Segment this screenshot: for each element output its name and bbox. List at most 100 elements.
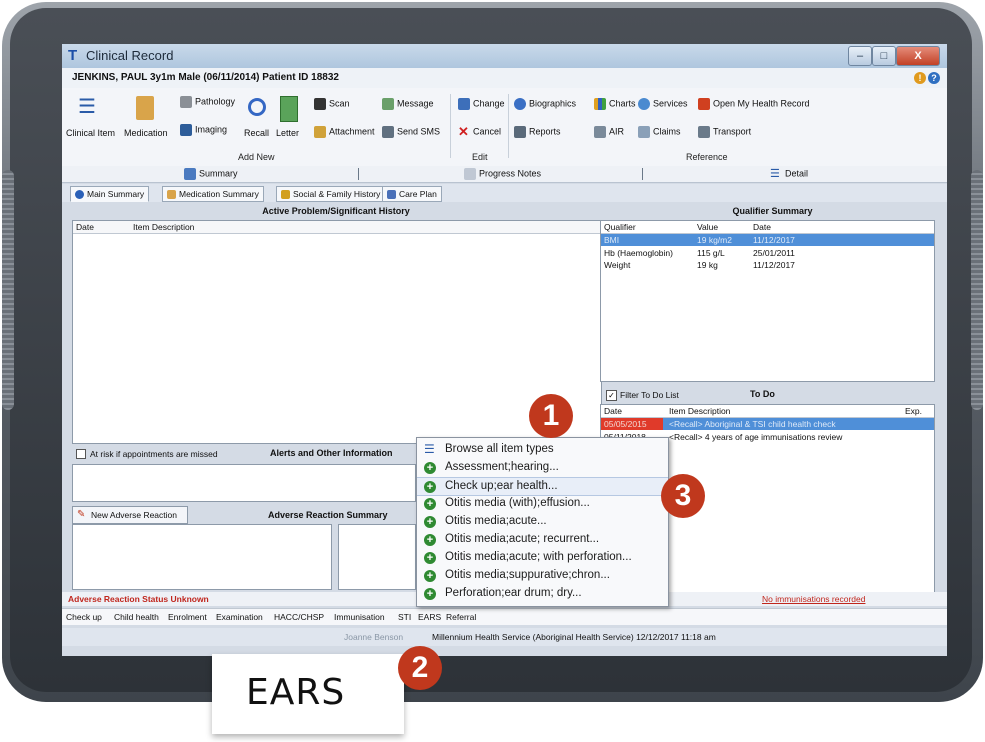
new-adverse-reaction-label: New Adverse Reaction [91, 510, 177, 520]
quicklink-check-up[interactable]: Check up [66, 612, 102, 622]
recall-icon [248, 98, 266, 116]
col-value[interactable]: Value [697, 222, 718, 232]
info-icon[interactable]: ! [914, 72, 926, 84]
table-row[interactable]: BMI 19 kg/m2 11/12/2017 [601, 234, 934, 246]
table-row[interactable]: Hb (Haemoglobin) 115 g/L 25/01/2011 [601, 247, 934, 259]
close-button[interactable]: X [896, 46, 940, 66]
summary-tabs: Main Summary Medication Summary Social &… [62, 184, 947, 202]
tab-social-family-history[interactable]: Social & Family History [276, 186, 386, 202]
at-risk-checkbox[interactable] [76, 449, 86, 459]
progress-notes-view-button[interactable]: Progress Notes [464, 168, 541, 180]
clinical-item-button[interactable]: Clinical Item [66, 128, 115, 138]
summary-view-button[interactable]: Summary [184, 168, 238, 180]
globe-icon [638, 98, 650, 110]
tablet-side-button-left [2, 170, 14, 410]
filter-todo-label: Filter To Do List [620, 390, 679, 400]
reports-button[interactable]: Reports [514, 126, 561, 138]
adverse-reaction-summary-title: Adverse Reaction Summary [268, 510, 388, 520]
scan-icon [314, 98, 326, 110]
biographics-button[interactable]: Biographics [514, 98, 576, 110]
quicklink-sti[interactable]: STI [398, 612, 411, 622]
immunisation-status-link[interactable]: No immunisations recorded [762, 594, 865, 604]
ears-context-menu: ☰ Browse all item types + Assessment;hear… [416, 437, 669, 607]
menu-item-check-up-ear-health[interactable]: + Check up;ear health... [417, 477, 668, 496]
col-date[interactable]: Date [604, 406, 622, 416]
alerts-box[interactable] [72, 464, 416, 502]
medication-button[interactable]: Medication [124, 128, 168, 138]
open-my-health-record-button[interactable]: Open My Health Record [698, 98, 810, 110]
medication-small-icon [167, 190, 176, 200]
reports-icon [514, 126, 526, 138]
quicklink-child-health[interactable]: Child health [114, 612, 159, 622]
col-item-description[interactable]: Item Description [133, 222, 194, 232]
toolbar-divider [450, 94, 451, 158]
plus-icon: + [424, 552, 436, 564]
letter-button[interactable]: Letter [276, 128, 299, 138]
plus-icon: + [424, 588, 436, 600]
view-bar: Summary Progress Notes ☰ Detail [62, 166, 947, 183]
message-button[interactable]: Message [382, 98, 434, 110]
quicklink-immunisation[interactable]: Immunisation [334, 612, 385, 622]
menu-item[interactable]: + Otitis media;acute; with perforation... [417, 549, 668, 567]
recall-button[interactable]: Recall [244, 128, 269, 138]
menu-item[interactable]: + Otitis media;suppurative;chron... [417, 567, 668, 585]
menu-item[interactable]: + Perforation;ear drum; dry... [417, 585, 668, 603]
table-row[interactable]: 05/05/2015 <Recall> Aboriginal & TSI chi… [601, 418, 934, 430]
summary-icon [184, 168, 196, 180]
transport-button[interactable]: Transport [698, 126, 751, 138]
send-sms-button[interactable]: Send SMS [382, 126, 440, 138]
letter-icon [280, 96, 298, 122]
cell: 11/12/2017 [753, 235, 795, 245]
pathology-button[interactable]: Pathology [180, 96, 235, 108]
quicklink-enrolment[interactable]: Enrolment [168, 612, 207, 622]
charts-button[interactable]: Charts [594, 98, 636, 110]
menu-item[interactable]: + Otitis media;acute; recurrent... [417, 531, 668, 549]
adverse-reaction-list [72, 524, 332, 590]
col-item-description[interactable]: Item Description [669, 406, 730, 416]
services-button[interactable]: Services [638, 98, 688, 110]
air-button[interactable]: AIR [594, 126, 624, 138]
table-row[interactable]: Weight 19 kg 11/12/2017 [601, 259, 934, 271]
menu-item[interactable]: + Otitis media (with);effusion... [417, 495, 668, 513]
cell: 19 kg/m2 [697, 235, 732, 245]
col-exp[interactable]: Exp. [905, 406, 922, 416]
col-date[interactable]: Date [753, 222, 771, 232]
scan-button[interactable]: Scan [314, 98, 350, 110]
care-plan-icon [387, 190, 396, 200]
cancel-button[interactable]: ✕ Cancel [458, 125, 501, 138]
notes-icon [464, 168, 476, 180]
imaging-button[interactable]: Imaging [180, 124, 227, 136]
quicklink-hacc-chsp[interactable]: HACC/CHSP [274, 612, 324, 622]
attachment-button[interactable]: Attachment [314, 126, 375, 138]
cell: Weight [604, 260, 631, 270]
pencil-icon [458, 98, 470, 110]
patient-header: JENKINS, PAUL 3y1m Male (06/11/2014) Pat… [72, 72, 339, 83]
tab-main-summary[interactable]: Main Summary [70, 186, 150, 202]
quicklink-ears[interactable]: EARS [418, 612, 441, 622]
view-divider-2 [642, 168, 643, 180]
qualifier-summary-title: Qualifier Summary [732, 206, 813, 216]
claims-button[interactable]: Claims [638, 126, 681, 138]
menu-item[interactable]: + Assessment;hearing... [417, 459, 668, 477]
quicklink-examination[interactable]: Examination [216, 612, 263, 622]
plus-icon: + [424, 570, 436, 582]
col-date[interactable]: Date [76, 222, 94, 232]
maximize-button[interactable]: □ [872, 46, 896, 66]
minimize-button[interactable]: – [848, 46, 872, 66]
app-window: T Clinical Record – □ X JENKINS, PAUL 3y… [62, 44, 947, 656]
change-button[interactable]: Change [458, 98, 505, 110]
callout-badge-1: 1 [529, 394, 573, 438]
quicklink-referral[interactable]: Referral [446, 612, 476, 622]
menu-item-browse-all[interactable]: ☰ Browse all item types [417, 441, 668, 459]
tab-medication-summary[interactable]: Medication Summary [162, 186, 264, 202]
tab-care-plan[interactable]: Care Plan [382, 186, 442, 202]
help-icon[interactable]: ? [928, 72, 940, 84]
active-problems-title: Active Problem/Significant History [262, 206, 410, 216]
detail-view-button[interactable]: ☰ Detail [770, 168, 808, 180]
title-bar: T Clinical Record – □ X [62, 44, 947, 68]
col-qualifier[interactable]: Qualifier [604, 222, 636, 232]
toolbar-divider-2 [508, 94, 509, 158]
new-adverse-reaction-button[interactable]: ✎ New Adverse Reaction [72, 506, 188, 524]
menu-item[interactable]: + Otitis media;acute... [417, 513, 668, 531]
filter-todo-checkbox[interactable]: ✓ [606, 390, 617, 401]
